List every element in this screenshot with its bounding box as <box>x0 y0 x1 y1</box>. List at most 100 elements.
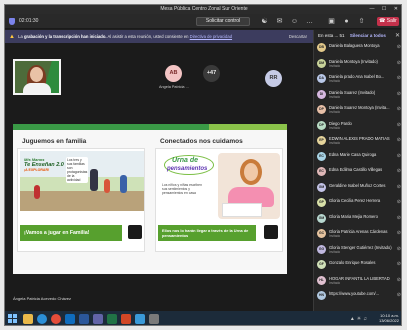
participant-avatar: EC <box>317 167 326 176</box>
more-participants-avatar[interactable]: +47 <box>203 65 220 82</box>
participant-row[interactable]: EP EDWIN ALEXIS PRADO MATIAS Invitado ⊘ <box>317 135 401 148</box>
teams-icon[interactable] <box>93 314 103 324</box>
excel-icon[interactable] <box>107 314 117 324</box>
participant-row[interactable]: GM Gloria Maria Mejia Romero ⊘ <box>317 213 401 226</box>
participant-avatar: GC <box>317 229 326 238</box>
banner-bold-text: grabación y la transcripción han iniciad… <box>23 34 107 39</box>
camera-icon[interactable]: ▣ <box>327 17 336 26</box>
store-icon[interactable] <box>149 314 159 324</box>
left-note-bubble: Los tres y sus familias son protagonista… <box>66 157 88 183</box>
left-slide-banner: ¡Vamos a jugar en Familia! <box>20 225 122 241</box>
participant-avatar: GG <box>317 244 326 254</box>
reactions-icon[interactable]: ☺ <box>290 17 299 26</box>
logo-line-3: ¡A EXPLORAR! <box>24 168 50 172</box>
share-icon[interactable]: ⇧ <box>357 17 366 26</box>
photo-notebook <box>222 203 262 217</box>
file-explorer-icon[interactable] <box>23 314 33 324</box>
participant-avatar: DP <box>317 120 326 130</box>
participant-avatar: DM <box>317 58 326 68</box>
muted-mic-icon: ⊘ <box>396 168 401 174</box>
participant-row[interactable]: DM Daniela Montoya (Invitado) Invitado ⊘ <box>317 58 401 71</box>
participant-name: Edna Edilma Castillo Villegas <box>329 167 383 172</box>
windows-taskbar: ▲☀♫ 10:10 a.m. 13/06/2022 <box>5 311 401 325</box>
mic-icon[interactable]: ● <box>342 17 351 26</box>
left-slide-panel: Juguemos en familia Mis Manos Te Enseñan… <box>17 138 145 252</box>
participant-name: Geraldine Isabel Muñoz Cortes <box>329 182 386 188</box>
muted-mic-icon: ⊘ <box>396 59 401 66</box>
participant-row[interactable]: EC Edna Edilma Castillo Villegas ⊘ <box>317 166 401 179</box>
participant-avatar: DI <box>317 89 326 99</box>
muted-mic-icon: ⊘ <box>396 261 401 267</box>
participant-row[interactable]: DP Diego Pardo Invitado ⊘ <box>317 120 401 133</box>
muted-mic-icon: ⊘ <box>396 75 401 81</box>
participant-row[interactable]: GG Gloria Stenger Gutiérrez (Invitado) Inv… <box>317 244 401 257</box>
muted-mic-icon: ⊘ <box>396 44 401 50</box>
photo-person-child-2 <box>120 175 127 193</box>
dismiss-banner-button[interactable]: Descartar <box>289 30 307 43</box>
right-note: Los niños y niñas escriben sus sentimien… <box>162 183 202 195</box>
edge-icon[interactable] <box>37 314 47 324</box>
participant-role: Invitado <box>329 79 341 83</box>
urna-logo-line-2: pensamientos <box>167 166 208 172</box>
warning-icon: ▲ <box>9 34 15 40</box>
participant-row[interactable]: DI Daniela Suarez (Invitado) Invitado ⊘ <box>317 89 401 102</box>
muted-mic-icon: ⊘ <box>396 276 401 283</box>
powerpoint-icon[interactable] <box>121 314 131 324</box>
participant-avatar: DB <box>317 43 326 52</box>
participant-row[interactable]: DA Daniela prado Ana Isabel Bo... Invitado… <box>317 73 401 86</box>
participant-row[interactable]: EC Edna Marie Casa Quiroga ⊘ <box>317 151 401 164</box>
participant-row[interactable]: DP Daniela Suarez Montoya (Invita... Invit… <box>317 104 401 117</box>
windows-start-icon[interactable] <box>8 314 18 324</box>
clock[interactable]: 10:10 a.m. 13/06/2022 <box>379 313 399 323</box>
photo-girl-face <box>244 163 258 181</box>
participants-header: En esta ... 51 Silenciar a todos <box>318 33 386 38</box>
people-icon[interactable]: ☯ <box>260 17 269 26</box>
muted-mic-icon: ⊘ <box>396 230 401 236</box>
privacy-link[interactable]: Directiva de privacidad <box>190 34 232 39</box>
word-icon[interactable] <box>79 314 89 324</box>
request-control-button[interactable]: Solicitar control <box>196 17 250 26</box>
muted-mic-icon: ⊘ <box>396 137 401 143</box>
participant-role: Invitado <box>329 280 341 285</box>
participants-count: 51 <box>339 33 345 38</box>
participant-name: https://www.youtube.com/... <box>329 291 380 296</box>
clock-date: 13/06/2022 <box>378 318 399 323</box>
meeting-toolbar: 02:01:30 Solicitar control ☯ ✉ ☺ … ▣ ● ⇧… <box>5 14 401 29</box>
participant-name: Edna Marie Casa Quiroga <box>329 151 377 157</box>
close-icon[interactable]: ✕ <box>395 32 400 39</box>
outlook-icon[interactable] <box>65 314 75 324</box>
more-icon[interactable]: … <box>305 17 314 26</box>
participant-avatar-label: Angela Patricia ... <box>159 85 189 89</box>
meeting-stage: AB Angela Patricia ... +47 RR Juguemos e… <box>5 43 313 311</box>
presenter-video[interactable] <box>13 59 61 95</box>
participant-row[interactable]: GP Gloria Cecilia Perez Herrera ⊘ <box>317 197 401 210</box>
participant-avatar-ab[interactable]: AB <box>165 65 182 82</box>
participant-row[interactable]: DB Daniela Balaguera Montoya ⊘ <box>317 42 401 55</box>
participant-avatar: HL <box>317 275 326 285</box>
participant-avatar-rr[interactable]: RR <box>265 70 282 87</box>
muted-mic-icon: ⊘ <box>396 106 401 112</box>
mute-all-button[interactable]: Silenciar a todos <box>350 33 386 38</box>
muted-mic-icon: ⊘ <box>396 183 401 190</box>
participant-avatar: GM <box>317 213 326 223</box>
participant-row[interactable]: GM Geraldine Isabel Muñoz Cortes ⊘ <box>317 182 401 195</box>
participant-name: Gonzalo Enrique Rosales <box>329 260 376 265</box>
chat-icon[interactable]: ✉ <box>275 17 284 26</box>
participant-row[interactable]: HN https://www.youtube.com/... ⊘ <box>317 290 401 303</box>
leave-label: Salir <box>386 18 397 24</box>
photo-person-child-3 <box>34 185 40 199</box>
window-controls[interactable]: — ☐ ✕ <box>370 5 401 14</box>
system-tray-icons[interactable]: ▲☀♫ <box>350 316 369 322</box>
participant-name: Gloria Maria Mejia Romero <box>329 213 378 219</box>
chrome-icon[interactable] <box>51 314 61 324</box>
photos-icon[interactable] <box>135 314 145 324</box>
participant-avatar: DA <box>317 74 326 83</box>
participant-row[interactable]: HL HOGAR INFANTIL LA LIBERTAD Invitado ⊘ <box>317 275 401 288</box>
banner-text: Al asistir a esta reunión, usted consien… <box>106 34 190 39</box>
participant-row[interactable]: GF Gonzalo Enrique Rosales ⊘ <box>317 259 401 272</box>
urna-logo-line-1: Urna de <box>172 157 199 164</box>
leave-button[interactable]: ☎ Salir <box>377 17 399 26</box>
participant-role: Invitado <box>329 94 341 99</box>
participant-name: Gloria Cecilia Perez Herrera <box>329 198 381 203</box>
participant-row[interactable]: GC Gloria Patricia Arenas Cárdenas Invitad… <box>317 228 401 241</box>
